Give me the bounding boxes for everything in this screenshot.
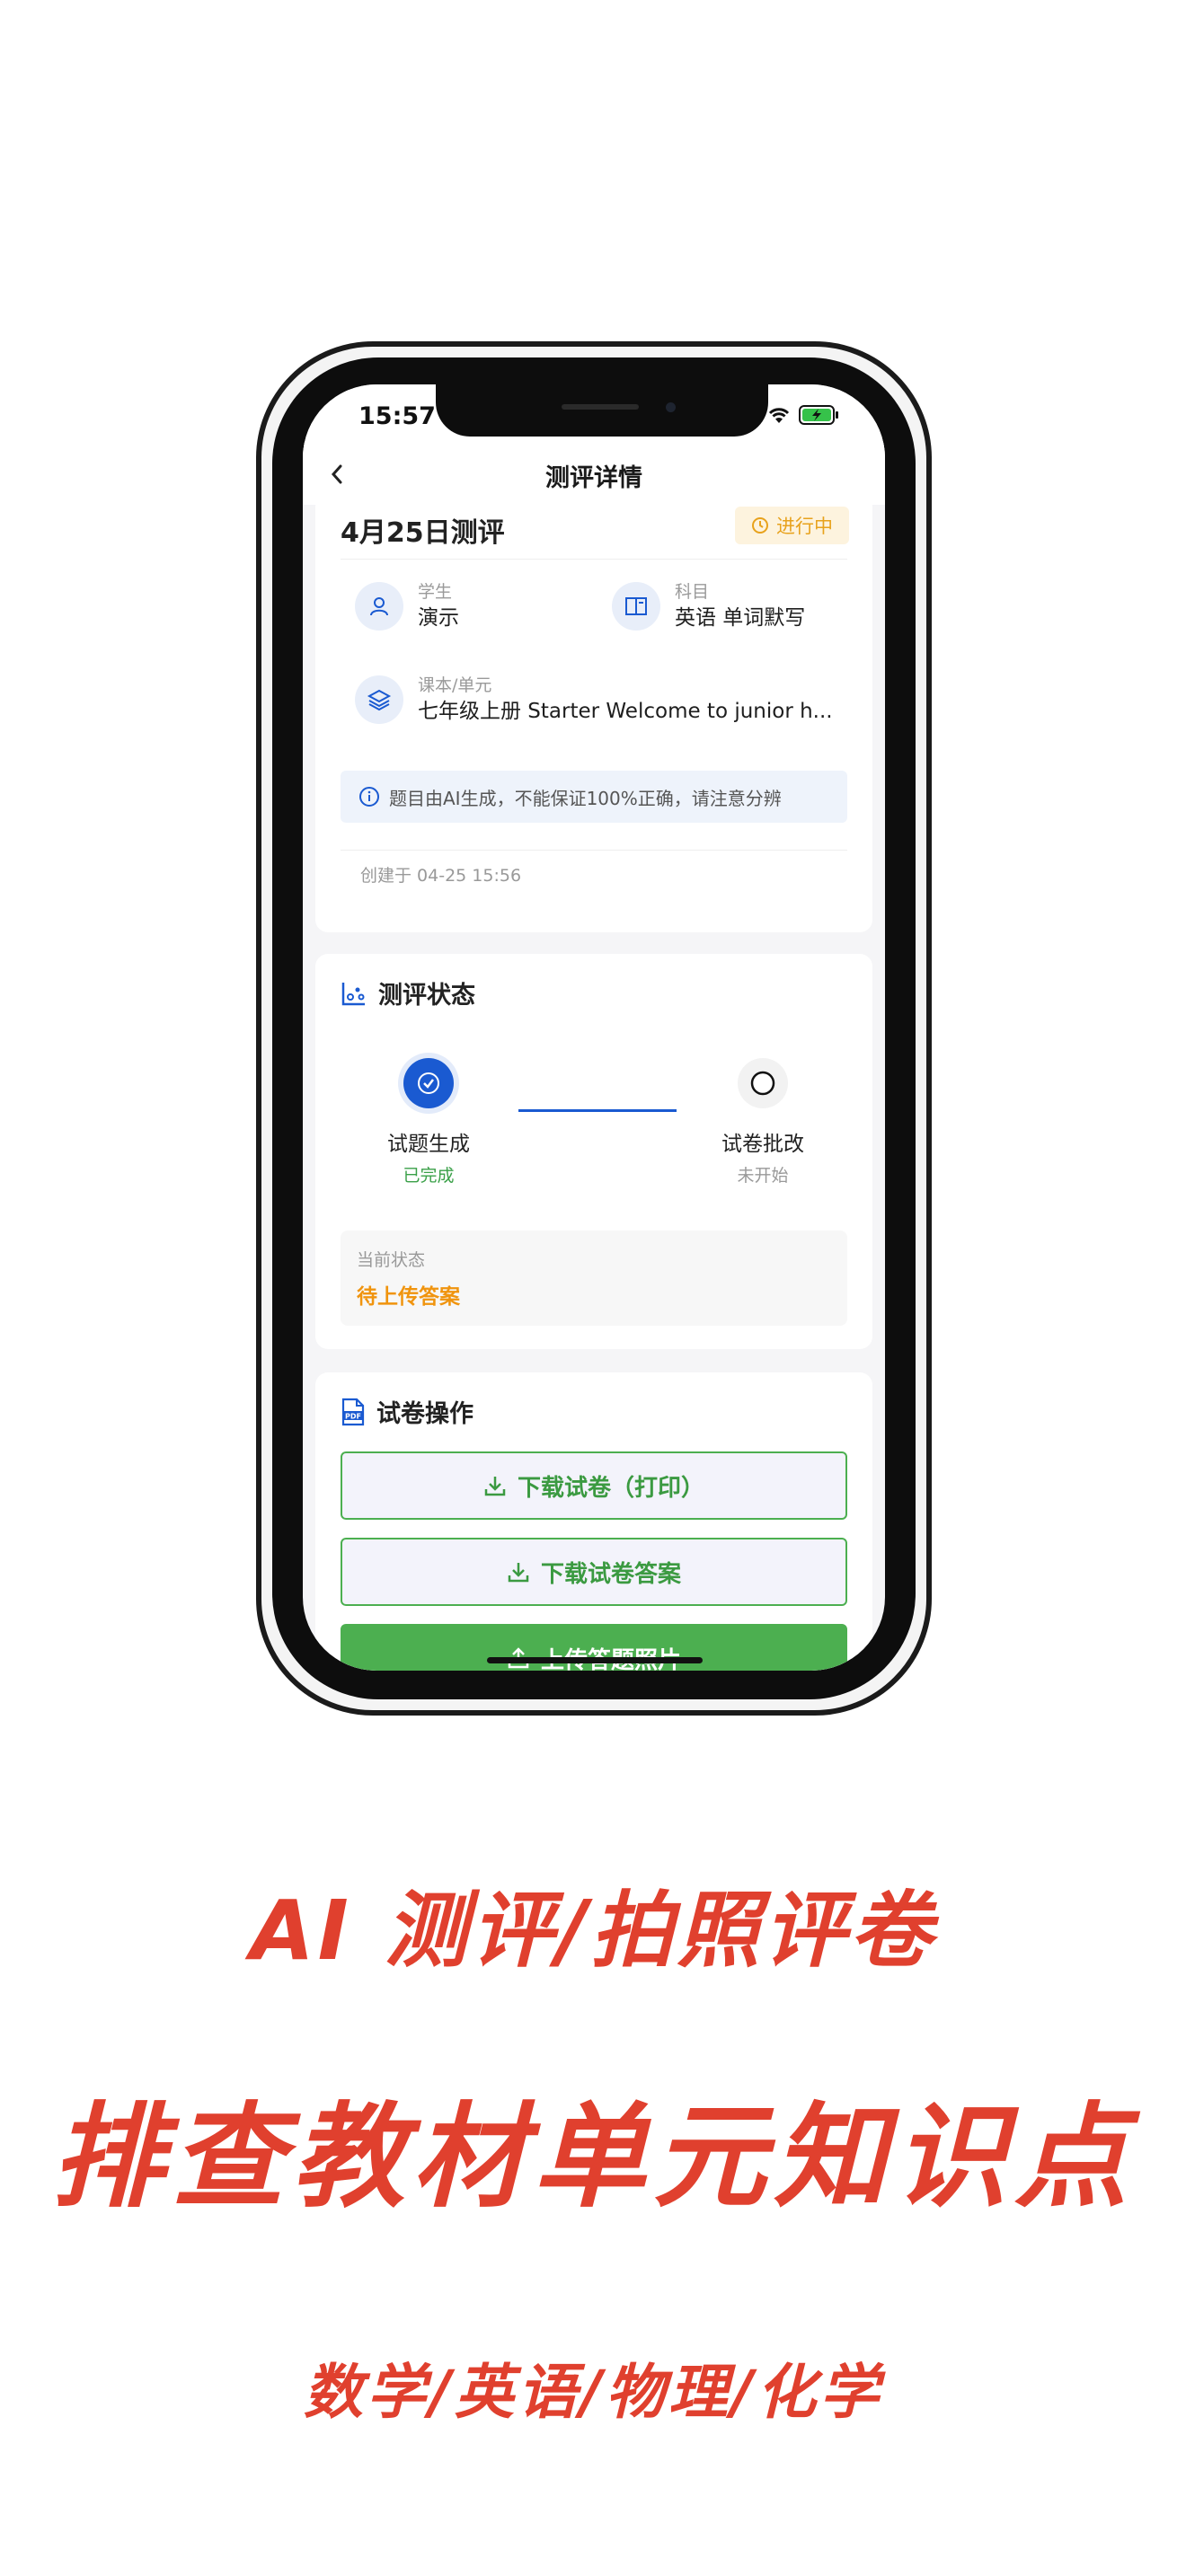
divider <box>341 559 847 560</box>
assessment-status-card: 测评状态 试题生成 已完成 试卷批改 未开始 当前状态 待上传答案 <box>315 954 872 1349</box>
unit-value: 七年级上册 Starter Welcome to junior h... <box>418 700 833 723</box>
subject-value: 英语 单词默写 <box>675 606 806 630</box>
status-time: 15:57 <box>358 402 436 430</box>
navigation-bar: 测评详情 <box>303 442 885 505</box>
download-paper-label: 下载试卷（打印） <box>517 1474 704 1502</box>
step-connector <box>518 1109 677 1112</box>
assessment-overview-card: 4月25日测评 进行中 学生 演示 科目 英语 单词默写 课本/单元 七年级上册… <box>315 505 872 932</box>
step-generate: 试题生成 已完成 <box>357 1058 500 1187</box>
ai-notice: 题目由AI生成，不能保证100%正确，请注意分辨 <box>341 771 847 823</box>
upload-photos-button[interactable]: 上传答题照片 <box>341 1624 847 1671</box>
svg-text:PDF: PDF <box>345 1412 361 1420</box>
download-icon <box>508 1563 529 1583</box>
pdf-file-icon: PDF <box>341 1398 365 1425</box>
chart-scatter-icon <box>341 982 365 1005</box>
step-grading-status: 未开始 <box>737 1166 789 1186</box>
paper-actions-card: PDF 试卷操作 下载试卷（打印） 下载试卷答案 <box>315 1372 872 1671</box>
info-icon <box>359 787 379 807</box>
wifi-icon <box>768 408 790 423</box>
step-generate-name: 试题生成 <box>387 1133 470 1156</box>
subject-info: 科目 英语 单词默写 <box>612 580 805 632</box>
download-answers-label: 下载试卷答案 <box>540 1560 681 1588</box>
user-icon <box>355 582 403 631</box>
student-info: 学生 演示 <box>355 580 459 632</box>
download-answers-button[interactable]: 下载试卷答案 <box>341 1538 847 1606</box>
student-value: 演示 <box>418 606 459 630</box>
page-title: 测评详情 <box>545 464 642 492</box>
status-section-header: 测评状态 <box>341 975 475 1010</box>
scroll-content[interactable]: 4月25日测评 进行中 学生 演示 科目 英语 单词默写 课本/单元 七年级上册… <box>303 505 885 1671</box>
step-generate-status: 已完成 <box>403 1166 455 1186</box>
empty-circle-icon <box>738 1058 788 1108</box>
phone-mockup: 15:57 测评详情 4月25日测评 进行中 学生 演示 科目 英语 单词默写 … <box>256 341 932 1716</box>
unit-info: 课本/单元 七年级上册 Starter Welcome to junior h.… <box>355 674 833 726</box>
download-icon <box>484 1477 506 1496</box>
check-circle-icon <box>403 1058 454 1108</box>
current-status-value: 待上传答案 <box>357 1285 460 1309</box>
promo-main-slogan: 排查教材单元知识点 <box>51 2091 1135 2223</box>
current-status-box: 当前状态 待上传答案 <box>341 1231 847 1326</box>
current-status-label: 当前状态 <box>357 1250 426 1270</box>
phone-screen: 15:57 测评详情 4月25日测评 进行中 学生 演示 科目 英语 单词默写 … <box>303 384 885 1671</box>
camera-icon <box>666 402 676 412</box>
promo-page: 15:57 测评详情 4月25日测评 进行中 学生 演示 科目 英语 单词默写 … <box>0 0 1186 2576</box>
status-badge-label: 进行中 <box>776 516 833 537</box>
promo-subjects: 数学/英语/物理/化学 <box>303 2358 883 2427</box>
created-time: 创建于 04-25 15:56 <box>360 866 522 886</box>
step-grading: 试卷批改 未开始 <box>691 1058 835 1187</box>
status-icons <box>766 404 840 426</box>
book-icon <box>612 582 660 631</box>
actions-section-title: 试卷操作 <box>376 1400 474 1428</box>
home-indicator <box>487 1657 703 1663</box>
unit-label: 课本/单元 <box>418 675 492 695</box>
layers-icon <box>355 675 403 724</box>
step-grading-name: 试卷批改 <box>721 1133 804 1156</box>
assessment-title: 4月25日测评 <box>341 517 505 549</box>
upload-photos-label: 上传答题照片 <box>541 1642 681 1672</box>
promo-headline: AI 测评/拍照评卷 <box>250 1883 936 1979</box>
speaker-grille <box>562 404 639 410</box>
notch <box>436 384 768 437</box>
status-badge: 进行中 <box>735 507 849 544</box>
ai-notice-text: 题目由AI生成，不能保证100%正确，请注意分辨 <box>389 787 782 809</box>
clock-icon <box>752 517 768 534</box>
actions-section-header: PDF 试卷操作 <box>341 1394 474 1429</box>
status-section-title: 测评状态 <box>378 982 475 1010</box>
student-label: 学生 <box>418 582 453 602</box>
battery-charging-icon <box>799 405 838 425</box>
divider <box>341 850 847 851</box>
subject-label: 科目 <box>675 582 710 602</box>
download-paper-button[interactable]: 下载试卷（打印） <box>341 1451 847 1520</box>
